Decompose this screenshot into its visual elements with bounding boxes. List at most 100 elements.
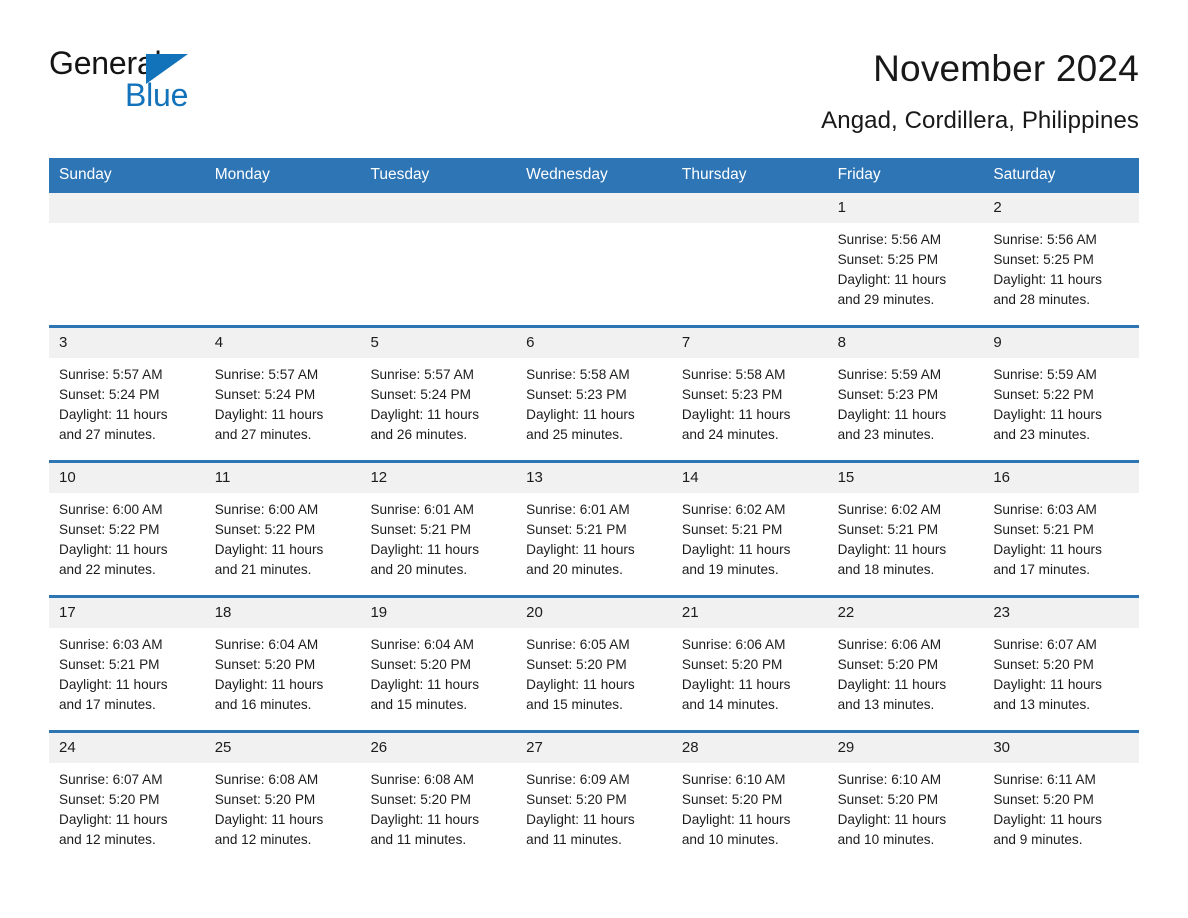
daylight-text: Daylight: 11 hours and 17 minutes. <box>59 677 168 712</box>
day-number: 27 <box>516 733 672 763</box>
daylight-text: Daylight: 11 hours and 13 minutes. <box>837 677 947 712</box>
day-cell[interactable]: 21 Sunrise: 6:06 AM Sunset: 5:20 PM Dayligh… <box>671 598 828 730</box>
calendar-week-row: 10 Sunrise: 6:00 AM Sunset: 5:22 PM Dayligh… <box>49 460 1140 595</box>
day-number: 7 <box>671 328 828 358</box>
sunrise-text: Sunrise: 6:02 AM <box>837 502 942 517</box>
day-number: 30 <box>983 733 1140 763</box>
calendar-week-row: 24 Sunrise: 6:07 AM Sunset: 5:20 PM Dayligh… <box>49 730 1140 865</box>
day-cell[interactable]: 18 Sunrise: 6:04 AM Sunset: 5:20 PM Dayligh… <box>204 598 361 730</box>
day-cell[interactable]: 30 Sunrise: 6:11 AM Sunset: 5:20 PM Dayligh… <box>983 733 1140 865</box>
day-number: 9 <box>983 328 1140 358</box>
day-cell[interactable]: 26 Sunrise: 6:08 AM Sunset: 5:20 PM Dayligh… <box>360 733 517 865</box>
sunset-text: Sunset: 5:21 PM <box>681 522 783 537</box>
weekday-header-sunday: Sunday <box>59 166 112 183</box>
day-number: 13 <box>516 463 672 493</box>
sunrise-text: Sunrise: 6:05 AM <box>526 637 630 652</box>
day-cell[interactable]: 23 Sunrise: 6:07 AM Sunset: 5:20 PM Dayligh… <box>983 598 1140 730</box>
day-cell[interactable]: 29 Sunrise: 6:10 AM Sunset: 5:20 PM Dayligh… <box>827 733 984 865</box>
day-number: 19 <box>360 598 517 628</box>
day-number <box>516 193 672 223</box>
day-cell[interactable]: 13 Sunrise: 6:01 AM Sunset: 5:21 PM Dayligh… <box>516 463 672 595</box>
sunrise-text: Sunrise: 5:57 AM <box>59 367 163 382</box>
weekday-header-row: Sunday Monday Tuesday Wednesday Thursday… <box>49 158 1139 193</box>
sunrise-text: Sunrise: 6:03 AM <box>59 637 163 652</box>
brand-logo[interactable]: General Blue <box>49 46 249 118</box>
weekday-header-tuesday: Tuesday <box>370 166 430 183</box>
sunset-text: Sunset: 5:23 PM <box>526 387 627 402</box>
day-number: 18 <box>204 598 361 628</box>
day-details: Sunrise: 6:00 AM Sunset: 5:22 PM Daylight:… <box>49 493 205 580</box>
day-cell[interactable]: 15 Sunrise: 6:02 AM Sunset: 5:21 PM Dayligh… <box>827 463 984 595</box>
weekday-header-wednesday: Wednesday <box>526 166 608 183</box>
day-cell[interactable]: 11 Sunrise: 6:00 AM Sunset: 5:22 PM Dayligh… <box>204 463 361 595</box>
day-cell[interactable]: 20 Sunrise: 6:05 AM Sunset: 5:20 PM Dayligh… <box>516 598 672 730</box>
sunset-text: Sunset: 5:21 PM <box>993 522 1094 537</box>
day-cell[interactable]: 3 Sunrise: 5:57 AM Sunset: 5:24 PM Daylight… <box>49 328 205 460</box>
day-cell[interactable]: 22 Sunrise: 6:06 AM Sunset: 5:20 PM Dayligh… <box>827 598 984 730</box>
sunset-text: Sunset: 5:24 PM <box>370 387 471 402</box>
sunset-text: Sunset: 5:24 PM <box>59 387 160 402</box>
sunset-text: Sunset: 5:20 PM <box>59 792 160 807</box>
day-cell[interactable]: 1 Sunrise: 5:56 AM Sunset: 5:25 PM Daylight… <box>827 193 984 325</box>
sunrise-text: Sunrise: 5:57 AM <box>370 367 474 382</box>
day-details: Sunrise: 5:56 AM Sunset: 5:25 PM Daylight:… <box>828 223 984 310</box>
day-number <box>360 193 517 223</box>
sunrise-text: Sunrise: 5:59 AM <box>993 367 1097 382</box>
sunrise-text: Sunrise: 6:08 AM <box>214 772 319 787</box>
daylight-text: Daylight: 11 hours and 22 minutes. <box>59 542 168 577</box>
sunrise-text: Sunrise: 6:09 AM <box>526 772 630 787</box>
daylight-text: Daylight: 11 hours and 9 minutes. <box>993 812 1102 847</box>
day-cell[interactable]: 17 Sunrise: 6:03 AM Sunset: 5:21 PM Dayligh… <box>49 598 205 730</box>
sunrise-text: Sunrise: 6:00 AM <box>59 502 163 517</box>
day-cell[interactable]: 14 Sunrise: 6:02 AM Sunset: 5:21 PM Dayligh… <box>671 463 828 595</box>
day-cell[interactable]: 28 Sunrise: 6:10 AM Sunset: 5:20 PM Dayligh… <box>671 733 828 865</box>
day-cell[interactable]: 24 Sunrise: 6:07 AM Sunset: 5:20 PM Dayligh… <box>49 733 205 865</box>
day-number: 8 <box>827 328 984 358</box>
day-cell[interactable]: 7 Sunrise: 5:58 AM Sunset: 5:23 PM Daylight… <box>671 328 828 460</box>
day-cell[interactable]: 12 Sunrise: 6:01 AM Sunset: 5:21 PM Dayligh… <box>360 463 517 595</box>
daylight-text: Daylight: 11 hours and 29 minutes. <box>837 272 947 307</box>
daylight-text: Daylight: 11 hours and 15 minutes. <box>526 677 635 712</box>
sunrise-text: Sunrise: 5:58 AM <box>681 367 786 382</box>
day-cell[interactable]: 19 Sunrise: 6:04 AM Sunset: 5:20 PM Dayligh… <box>360 598 517 730</box>
weekday-header-monday: Monday <box>214 166 270 183</box>
day-cell[interactable]: 8 Sunrise: 5:59 AM Sunset: 5:23 PM Daylight… <box>827 328 984 460</box>
day-details: Sunrise: 6:03 AM Sunset: 5:21 PM Daylight:… <box>983 493 1139 580</box>
sunrise-text: Sunrise: 6:02 AM <box>681 502 786 517</box>
day-cell[interactable]: 25 Sunrise: 6:08 AM Sunset: 5:20 PM Dayligh… <box>204 733 361 865</box>
day-cell[interactable]: 10 Sunrise: 6:00 AM Sunset: 5:22 PM Dayligh… <box>49 463 205 595</box>
daylight-text: Daylight: 11 hours and 26 minutes. <box>370 407 479 442</box>
day-cell[interactable]: 2 Sunrise: 5:56 AM Sunset: 5:25 PM Daylight… <box>983 193 1140 325</box>
day-details: Sunrise: 6:11 AM Sunset: 5:20 PM Daylight:… <box>983 763 1139 850</box>
sunset-text: Sunset: 5:20 PM <box>681 792 783 807</box>
sunrise-text: Sunrise: 6:01 AM <box>370 502 474 517</box>
daylight-text: Daylight: 11 hours and 24 minutes. <box>681 407 791 442</box>
day-details: Sunrise: 6:05 AM Sunset: 5:20 PM Daylight:… <box>516 628 672 715</box>
day-cell[interactable]: 4 Sunrise: 5:57 AM Sunset: 5:24 PM Daylight… <box>204 328 361 460</box>
sunset-text: Sunset: 5:20 PM <box>993 657 1094 672</box>
daylight-text: Daylight: 11 hours and 10 minutes. <box>837 812 947 847</box>
day-number: 2 <box>983 193 1140 223</box>
daylight-text: Daylight: 11 hours and 11 minutes. <box>370 812 479 847</box>
day-cell[interactable]: 27 Sunrise: 6:09 AM Sunset: 5:20 PM Dayligh… <box>516 733 672 865</box>
day-cell-empty <box>671 193 828 325</box>
daylight-text: Daylight: 11 hours and 19 minutes. <box>681 542 791 577</box>
day-details: Sunrise: 6:08 AM Sunset: 5:20 PM Daylight:… <box>360 763 516 850</box>
day-cell[interactable]: 16 Sunrise: 6:03 AM Sunset: 5:21 PM Dayligh… <box>983 463 1140 595</box>
day-cell[interactable]: 5 Sunrise: 5:57 AM Sunset: 5:24 PM Daylight… <box>360 328 517 460</box>
day-cell[interactable]: 9 Sunrise: 5:59 AM Sunset: 5:22 PM Daylight… <box>983 328 1140 460</box>
sunset-text: Sunset: 5:22 PM <box>214 522 316 537</box>
daylight-text: Daylight: 11 hours and 16 minutes. <box>214 677 324 712</box>
daylight-text: Daylight: 11 hours and 12 minutes. <box>59 812 168 847</box>
calendar-weeks: 1 Sunrise: 5:56 AM Sunset: 5:25 PM Daylight… <box>49 193 1140 865</box>
day-details: Sunrise: 6:09 AM Sunset: 5:20 PM Daylight:… <box>516 763 672 850</box>
daylight-text: Daylight: 11 hours and 27 minutes. <box>214 407 324 442</box>
day-details: Sunrise: 5:58 AM Sunset: 5:23 PM Daylight:… <box>672 358 828 445</box>
sunset-text: Sunset: 5:25 PM <box>837 252 939 267</box>
sunrise-text: Sunrise: 6:06 AM <box>837 637 942 652</box>
day-cell[interactable]: 6 Sunrise: 5:58 AM Sunset: 5:23 PM Daylight… <box>516 328 672 460</box>
day-number: 1 <box>827 193 984 223</box>
sunrise-text: Sunrise: 6:07 AM <box>59 772 163 787</box>
daylight-text: Daylight: 11 hours and 21 minutes. <box>214 542 324 577</box>
calendar-week-row: 3 Sunrise: 5:57 AM Sunset: 5:24 PM Daylight… <box>49 325 1140 460</box>
